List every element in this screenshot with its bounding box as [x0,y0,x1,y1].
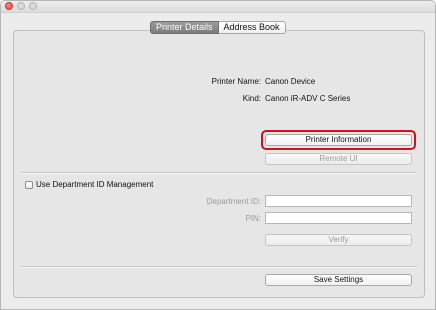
department-id-checkbox[interactable] [25,181,33,189]
minimize-window-icon[interactable] [17,2,25,10]
printer-name-value: Canon Device [265,77,316,86]
printer-kind-value: Canon iR-ADV C Series [265,94,351,103]
department-id-label: Department ID: [206,197,261,206]
tab-bar: Printer Details Address Book [150,21,286,34]
zoom-window-icon[interactable] [29,2,37,10]
title-bar [1,1,435,13]
pin-label: PIN: [245,214,261,223]
close-window-icon[interactable] [5,2,13,10]
department-id-checkbox-label[interactable]: Use Department ID Management [36,180,153,189]
printer-kind-label: Kind: [242,94,261,103]
printer-information-button[interactable]: Printer Information [265,134,412,146]
divider-top [21,172,417,174]
printer-window: Printer Details Address Book Printer Nam… [0,0,436,310]
verify-button[interactable]: Verify [265,234,412,246]
tab-address-book[interactable]: Address Book [218,21,286,34]
save-settings-button[interactable]: Save Settings [265,274,412,286]
remote-ui-button[interactable]: Remote UI [265,153,412,165]
department-id-field[interactable] [265,195,412,207]
printer-name-label: Printer Name: [211,77,261,86]
divider-bottom [21,266,417,268]
tab-printer-details[interactable]: Printer Details [150,21,219,34]
pin-field[interactable] [265,212,412,224]
